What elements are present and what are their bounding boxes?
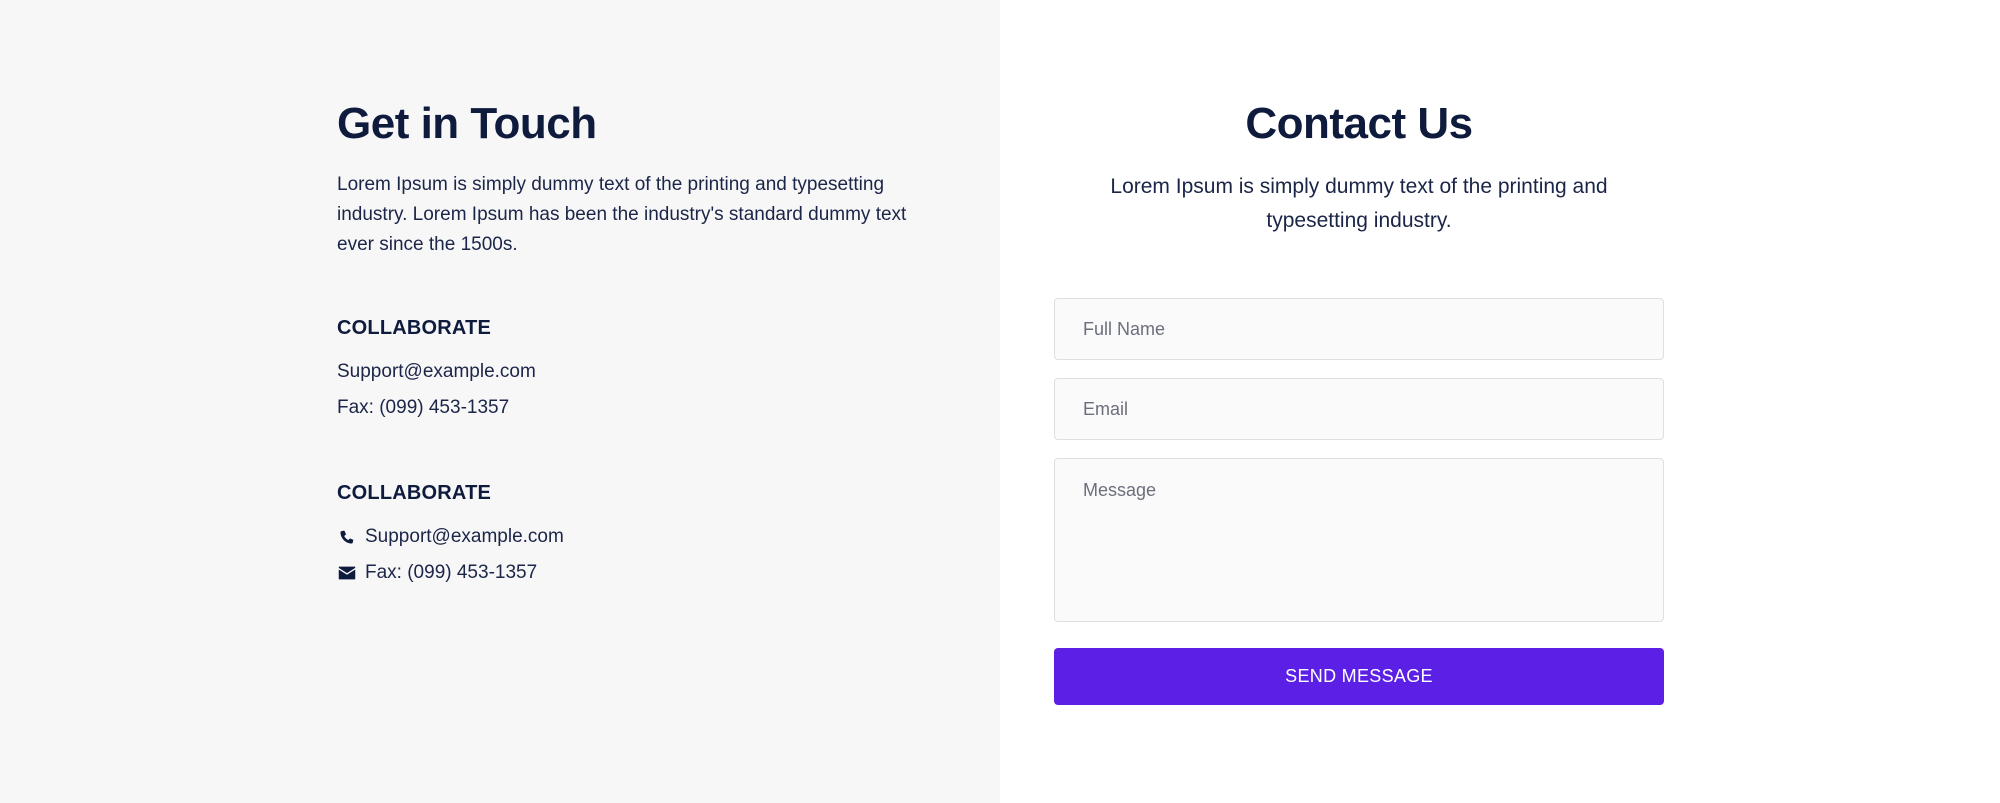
get-in-touch-description: Lorem Ipsum is simply dummy text of the …: [337, 174, 907, 255]
support-email-text: Support@example.com: [365, 526, 564, 547]
contact-info-list: Support@example.com Fax: (099) 453-1357: [337, 354, 937, 426]
phone-icon: [337, 527, 357, 547]
get-in-touch-panel: Get in Touch Lorem Ipsum is simply dummy…: [0, 0, 1000, 803]
contact-us-content: Contact Us Lorem Ipsum is simply dummy t…: [1054, 96, 1664, 705]
full-name-field[interactable]: [1054, 298, 1664, 360]
collaborate-section-icons: COLLABORATE Support@example.com Fax: (09…: [337, 482, 937, 591]
get-in-touch-content: Get in Touch Lorem Ipsum is simply dummy…: [337, 96, 937, 591]
email-field[interactable]: [1054, 378, 1664, 440]
fax-number-text: Fax: (099) 453-1357: [365, 562, 538, 583]
contact-us-title: Contact Us: [1245, 99, 1473, 148]
collaborate-section-plain: COLLABORATE Support@example.com Fax: (09…: [337, 317, 937, 426]
support-email-text: Support@example.com: [337, 361, 536, 382]
support-email-row: Support@example.com: [337, 519, 937, 555]
contact-us-description: Lorem Ipsum is simply dummy text of the …: [1110, 175, 1608, 232]
message-field[interactable]: [1054, 458, 1664, 622]
contact-page: Get in Touch Lorem Ipsum is simply dummy…: [0, 0, 2000, 803]
contact-info-list: Support@example.com Fax: (099) 453-1357: [337, 519, 937, 591]
contact-form: SEND MESSAGE: [1054, 298, 1664, 705]
fax-number-text: Fax: (099) 453-1357: [337, 397, 510, 418]
envelope-icon: [337, 563, 357, 583]
get-in-touch-title: Get in Touch: [337, 99, 597, 148]
collaborate-heading: COLLABORATE: [337, 317, 492, 339]
collaborate-heading: COLLABORATE: [337, 482, 492, 504]
contact-us-panel: Contact Us Lorem Ipsum is simply dummy t…: [1000, 0, 2000, 803]
send-message-button[interactable]: SEND MESSAGE: [1054, 648, 1664, 705]
fax-number-row: Fax: (099) 453-1357: [337, 555, 937, 591]
